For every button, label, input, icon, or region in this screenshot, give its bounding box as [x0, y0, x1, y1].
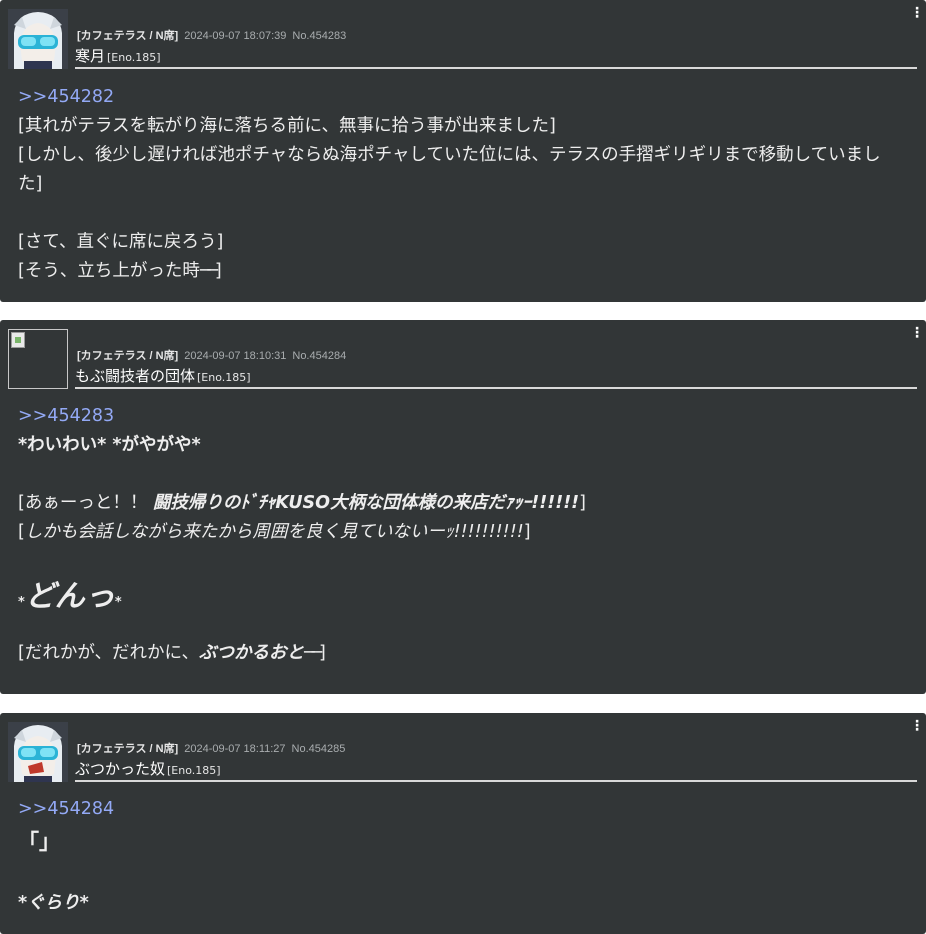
body-text: [だれかが、だれかに、: [18, 643, 199, 663]
body-line: *どんっ*: [18, 576, 904, 624]
character-avatar[interactable]: [8, 722, 68, 782]
body-line: [しかも会話しながら来たから周囲を良く見ていないーｯ!!!!!!!!!!]: [18, 518, 904, 547]
post-meta: [カフェテラス / N席] 2024-09-07 18:10:31 No.45428…: [77, 347, 346, 363]
post-meta: [カフェテラス / N席] 2024-09-07 18:07:39 No.45428…: [77, 27, 346, 43]
body-line: [だれかが、だれかに、ぶつかるおと──]: [18, 639, 904, 668]
body-line: [そう、立ち上がった時──]: [18, 257, 904, 286]
avatar-image: [8, 9, 68, 69]
reply-link[interactable]: >>454283: [18, 406, 114, 426]
post-body: >>454283 *わいわい* *がやがや* [あぁーっと！！ 闘技帰りのﾄﾞﾁ…: [18, 402, 904, 668]
more-options-icon[interactable]: ⋮: [910, 718, 924, 734]
reply-link[interactable]: >>454284: [18, 799, 114, 819]
body-line: *わいわい* *がやがや*: [18, 435, 201, 455]
post-date: 2024-09-07 18:11:27: [184, 743, 286, 755]
body-text: [あぁーっと！！: [18, 493, 148, 513]
body-line: [あぁーっと！！ 闘技帰りのﾄﾞﾁｬKUSO大柄な団体様の来店だｧｯｰ!!!!!…: [18, 489, 904, 518]
dash-text: ──: [303, 643, 322, 663]
place-label[interactable]: [カフェテラス / N席]: [77, 350, 178, 362]
body-line: [しかし、後少し遅ければ池ポチャならぬ海ポチャしていた位には、テラスの手摺ギリギ…: [18, 145, 881, 194]
post-date: 2024-09-07 18:07:39: [184, 30, 287, 42]
post-454284: ⋮ [カフェテラス / N席] 2024-09-07 18:10:31 No.454…: [0, 320, 926, 694]
post-number[interactable]: No.454284: [292, 350, 346, 362]
body-line: 「」: [18, 830, 60, 854]
more-options-icon[interactable]: ⋮: [910, 5, 924, 21]
italic-text: しかも会話しながら来たから周囲を良く見ていないーｯ!!!!!!!!!!: [24, 522, 524, 542]
name-row: もぶ闘技者の団体 [Eno.185]: [75, 365, 917, 389]
post-meta: [カフェテラス / N席] 2024-09-07 18:11:27 No.45428…: [77, 740, 345, 756]
character-name: もぶ闘技者の団体: [75, 367, 196, 385]
post-454285: ⋮ [カフェテラス / N席] 2024-09-07 18:11:27 No.454…: [0, 713, 926, 934]
place-label[interactable]: [カフェテラス / N席]: [77, 743, 178, 755]
eno-label[interactable]: [Eno.185]: [107, 51, 161, 64]
eno-label[interactable]: [Eno.185]: [197, 371, 251, 384]
bracket-text: ]: [319, 643, 326, 663]
body-line: [さて、直ぐに席に戻ろう]: [18, 232, 224, 252]
broken-image-icon: [11, 332, 25, 348]
eno-label[interactable]: [Eno.185]: [167, 764, 221, 777]
post-number[interactable]: No.454283: [292, 30, 346, 42]
character-name: ぶつかった奴: [75, 760, 166, 778]
asterisk-text: *: [114, 595, 122, 610]
post-number[interactable]: No.454285: [292, 743, 346, 755]
bracket-text: ]: [523, 522, 531, 542]
name-row: ぶつかった奴 [Eno.185]: [75, 758, 917, 782]
character-avatar[interactable]: [8, 329, 68, 389]
name-row: 寒月 [Eno.185]: [75, 45, 917, 69]
body-text: [そう、立ち上がった時: [18, 261, 200, 281]
post-body: >>454282 [其れがテラスを転がり海に落ちる前に、無事に拾う事が出来ました…: [18, 83, 904, 286]
asterisk-text: *: [18, 595, 25, 610]
large-emphasis-text: どんっ: [24, 579, 115, 614]
body-line: *ぐらり*: [18, 893, 89, 913]
character-name: 寒月: [75, 47, 106, 65]
dash-text: ──: [199, 261, 218, 281]
bracket-text: [: [18, 522, 25, 542]
character-avatar[interactable]: [8, 9, 68, 69]
emphasis-text: ぶつかるおと: [198, 643, 304, 663]
emphasis-text: 闘技帰りのﾄﾞﾁｬKUSO大柄な団体様の来店だｧｯｰ!!!!!!: [152, 493, 580, 513]
post-date: 2024-09-07 18:10:31: [184, 350, 287, 362]
bracket-text: ]: [214, 261, 222, 281]
post-454283: ⋮ [カフェテラス / N席] 2024-09-07 18:07:39 No.454…: [0, 0, 926, 302]
post-body: >>454284 「」 *ぐらり*: [18, 795, 904, 918]
reply-link[interactable]: >>454282: [18, 87, 114, 107]
place-label[interactable]: [カフェテラス / N席]: [77, 30, 178, 42]
more-options-icon[interactable]: ⋮: [910, 325, 924, 341]
bracket-text: ]: [579, 493, 586, 513]
avatar-image: [8, 722, 68, 782]
body-line: [其れがテラスを転がり海に落ちる前に、無事に拾う事が出来ました]: [18, 116, 556, 136]
